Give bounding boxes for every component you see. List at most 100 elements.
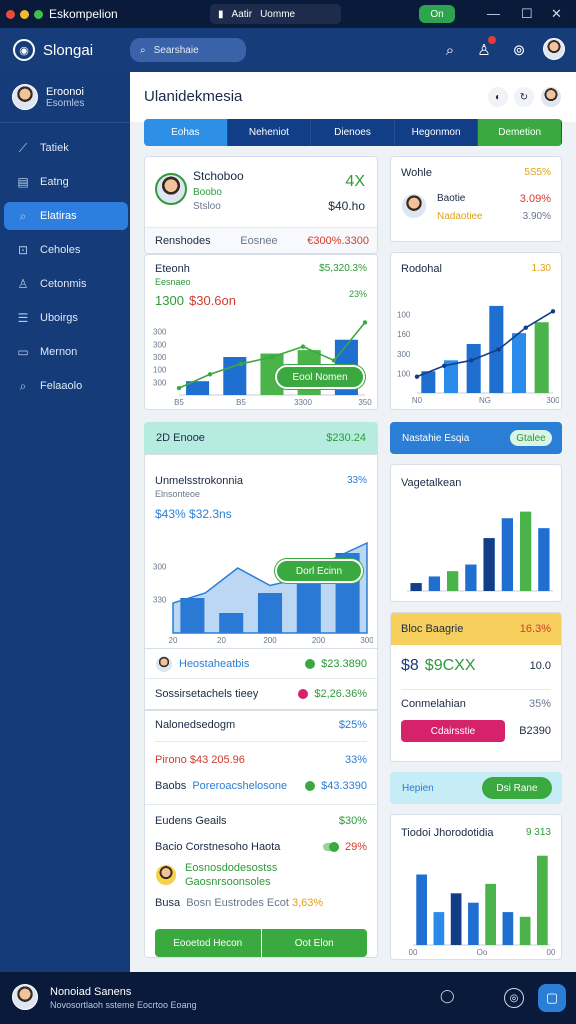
chat-icon[interactable]: ▢ — [538, 984, 566, 1012]
minimize-dot[interactable] — [20, 9, 29, 19]
blue-bar-button[interactable]: Gtalee — [510, 430, 552, 446]
status-pill[interactable]: On — [419, 5, 455, 23]
teal-summary-bar: 2D Enooe $230.24 — [144, 422, 378, 454]
profile-row-mid: Eosnee — [240, 234, 278, 247]
app-window: Eskompelion ▮ Aatir Uomme On — ☐ ✕ ◉ Slo… — [0, 0, 576, 1024]
bell-icon[interactable]: ♙ — [472, 36, 496, 62]
center-pill[interactable]: ▮ Aatir Uomme — [210, 4, 341, 24]
footer-name: Nonoiad Sanens — [50, 986, 132, 998]
info-icon[interactable]: ◐ — [488, 87, 508, 107]
chart1-button[interactable]: Eool Nomen — [275, 365, 365, 389]
chart-right-svg: 100 300 160 100 N0 NG 300 — [397, 305, 559, 405]
sidebar-item-3[interactable]: ⊡ Ceholes — [4, 236, 128, 264]
profile-right-val: $40.ho — [328, 199, 365, 213]
chart-right-value: 1.30 — [531, 263, 551, 274]
chart2-sub: Elnsonteoe — [155, 489, 201, 499]
sidebar-item-6[interactable]: ▭ Mernon — [4, 338, 128, 366]
sidebar-item-7[interactable]: ⌕ Felaaolo — [4, 372, 128, 400]
sidebar-item-label: Ceholes — [40, 244, 81, 256]
light-bar-button[interactable]: Dsi Rane — [482, 777, 552, 799]
mid-row-1[interactable]: Heostaheatbis $23.3890 — [145, 649, 377, 679]
list-title-val: $25% — [338, 719, 367, 731]
search-input[interactable]: ⌕ Searshaie — [130, 38, 246, 62]
list-item[interactable]: Bacio Corstnesoho Haota 29% — [145, 827, 377, 853]
tab-bar: Eohas Neheniot Dienoes Hegonmon Demetion — [144, 119, 562, 146]
chart2-values: $43% $32.3ns — [155, 507, 232, 521]
sidebar-item-1[interactable]: ▤ Eatng — [4, 168, 128, 196]
status-dot — [298, 689, 309, 699]
y-tick-label: 300 — [153, 353, 167, 362]
chart-bar — [433, 912, 445, 945]
tab-1[interactable]: Neheniot — [227, 119, 312, 146]
chart-bar — [511, 333, 527, 393]
y-tick-label: 330 — [153, 596, 167, 605]
list-avatar — [155, 864, 177, 886]
status-pill-label: On — [430, 8, 444, 20]
window-title: Eskompelion — [49, 7, 118, 21]
sidebar-nav: ⟋ Tatiek ▤ Eatng ⌕ Elatiras ⊡ Ceholes ♙ Cetonmis ☰… — [0, 123, 130, 400]
page-avatar[interactable] — [540, 86, 562, 108]
orange-label: Conmelahian — [401, 698, 466, 710]
y-tick-label: 300 — [153, 328, 167, 337]
search-icon: ⌕ — [19, 378, 27, 393]
chart1-note: 23% — [348, 289, 367, 299]
settings-icon[interactable]: ⊚ — [507, 38, 531, 62]
list-icon: ☰ — [17, 311, 29, 325]
chart-point — [300, 344, 306, 349]
chart-card-1: Eteonh Eesnaeo 1300 $30.6on $5,320.3% 23… — [144, 254, 378, 410]
toggle-icon[interactable] — [322, 842, 339, 852]
teal-left: 2D Enooe — [156, 432, 205, 444]
x-tick-label: 00 — [547, 948, 556, 957]
footer-avatar[interactable] — [12, 984, 38, 1010]
list-right-button[interactable]: Oot Elon — [261, 929, 367, 957]
list-line2[interactable]: Baobs Poreroacshelosone $43.3390 — [145, 766, 377, 792]
profile-row-val: €300%.3300 — [307, 234, 369, 247]
maximize-dot[interactable] — [34, 9, 43, 19]
tab-3[interactable]: Hegonmon — [394, 119, 479, 146]
chart-bar — [468, 902, 479, 945]
settings-icon[interactable]: ◎ — [504, 988, 524, 1008]
logo-icon: ◉ — [13, 39, 35, 61]
title-bar: Eskompelion ▮ Aatir Uomme On — ☐ ✕ — [0, 0, 576, 28]
sidebar-item-4[interactable]: ♙ Cetonmis — [4, 270, 128, 298]
tab-2[interactable]: Dienoes — [311, 119, 395, 146]
mid-row-2-label: Sossirsetachels tieey — [155, 688, 259, 700]
mini-sub-val: 3.90% — [522, 211, 551, 222]
main-content: Ulanidekmesia ◐ ↻ Eohas Neheniot Dienoes He… — [130, 72, 576, 972]
chart2-button[interactable]: Dorl Ecinn — [275, 559, 363, 583]
status-dot — [305, 658, 316, 669]
sidebar-item-2[interactable]: ⌕ Elatiras — [4, 202, 128, 230]
chart1-top-right: $5,320.3% — [319, 263, 367, 274]
orange-button-label: Cdairsstie — [430, 725, 476, 737]
user-icon[interactable]: ◯ — [440, 988, 455, 1004]
sidebar-user[interactable]: Eroonoi Esomles — [0, 72, 130, 123]
mini-val: 3.09% — [519, 193, 551, 205]
chart-bar — [446, 571, 459, 591]
search-icon[interactable]: ⌕ — [438, 38, 462, 62]
chart-line — [416, 310, 554, 378]
orange-button[interactable]: Cdairsstie — [401, 720, 505, 742]
maximize-icon[interactable]: ☐ — [521, 6, 533, 22]
tab-0[interactable]: Eohas — [144, 119, 228, 146]
sidebar-item-5[interactable]: ☰ Uboirgs — [4, 304, 128, 332]
refresh-icon[interactable]: ↻ — [514, 87, 534, 107]
search-icon: ⌕ — [140, 44, 146, 56]
sidebar-item-0[interactable]: ⟋ Tatiek — [4, 134, 128, 162]
orange-header: Bloc Baagrie 16.3% — [391, 613, 561, 645]
list-left-button[interactable]: Eooetod Hecon — [155, 929, 262, 957]
chart-right3-value: 9 313 — [525, 827, 551, 838]
close-icon[interactable]: ✕ — [551, 6, 562, 22]
mid-row-2[interactable]: Sossirsetachels tieey $2,26.36% — [145, 679, 377, 709]
profile-right-top: 4X — [345, 173, 365, 190]
mid-row-1-label: Heostaheatbis — [179, 657, 250, 670]
profile-line2: Stsloo — [193, 201, 221, 212]
chart2-button-label: Dorl Ecinn — [295, 565, 343, 577]
tab-4[interactable]: Demetion — [478, 119, 562, 146]
minimize-icon[interactable]: — — [487, 6, 500, 21]
list-title: Nalonedsedogm — [155, 719, 236, 731]
avatar[interactable] — [543, 38, 565, 60]
close-dot[interactable] — [6, 9, 15, 19]
light-action-bar: Hepien Dsi Rane — [390, 772, 562, 804]
x-tick-label: 300 — [360, 636, 373, 645]
list-left-button-label: Eooetod Hecon — [173, 937, 243, 949]
